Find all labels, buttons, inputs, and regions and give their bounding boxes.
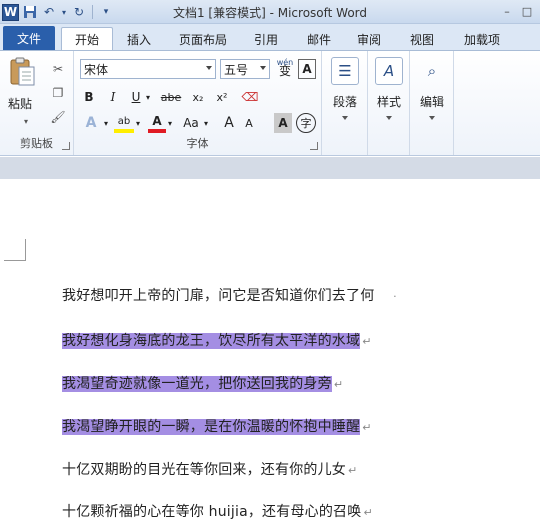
editing-dropdown-icon <box>429 116 435 120</box>
grow-font-button[interactable]: A <box>220 113 238 133</box>
editing-label: 编辑 <box>419 95 444 109</box>
font-launcher-icon[interactable] <box>310 142 318 150</box>
font-size-dropdown-icon[interactable] <box>260 66 266 70</box>
font-size-combo[interactable]: 五号 <box>220 59 270 79</box>
font-size-value: 五号 <box>224 62 249 77</box>
doc-line-2[interactable]: 我好想化身海底的龙王，饮尽所有太平洋的水域 ↵ <box>62 330 372 350</box>
document-area[interactable]: 我好想叩开上帝的门扉，问它是否知道你们去了何 · 我好想化身海底的龙王，饮尽所有… <box>0 157 540 521</box>
phonetic-guide-char: 变 <box>278 64 291 78</box>
doc-line-4[interactable]: 我渴望睁开眼的一瞬，是在你温暖的怀抱中睡醒 ↵ <box>62 416 372 436</box>
paragraph-button[interactable]: ☰ 段落 <box>325 57 365 120</box>
styles-dropdown-icon <box>386 116 392 120</box>
character-border-button[interactable]: A <box>298 59 316 79</box>
copy-icon[interactable]: ❐ <box>50 85 66 101</box>
font-color-button[interactable]: A <box>148 113 166 133</box>
paragraph-mark: ↵ <box>348 464 358 477</box>
shrink-font-button[interactable]: A <box>240 113 258 133</box>
doc-line-6[interactable]: 十亿颗祈福的心在等你 huijia，还有母心的召唤 ↵ <box>62 501 373 521</box>
paragraph-icon: ☰ <box>331 57 359 85</box>
ribbon-tab-row: 文件 开始 插入 页面布局 引用 邮件 审阅 视图 加载项 <box>0 24 540 51</box>
font-color-dropdown-icon[interactable]: ▾ <box>166 113 174 133</box>
change-case-button[interactable]: Aa <box>180 113 202 133</box>
strikethrough-button[interactable]: abe <box>158 87 184 107</box>
tab-references[interactable]: 引用 <box>246 27 286 51</box>
window-title: 文档1 [兼容模式] - Microsoft Word <box>172 6 368 20</box>
tab-home[interactable]: 开始 <box>61 27 113 51</box>
bold-button[interactable]: B <box>80 87 98 107</box>
cut-icon[interactable]: ✂ <box>50 61 66 77</box>
styles-group: A 样式 <box>368 51 410 155</box>
doc-line-1[interactable]: 我好想叩开上帝的门扉，问它是否知道你们去了何 · <box>62 285 397 305</box>
font-name-value: 宋体 <box>84 62 109 77</box>
font-group-label: 字体 <box>186 137 209 150</box>
document-top-band <box>0 157 540 179</box>
doc-line-3[interactable]: 我渴望奇迹就像一道光，把你送回我的身旁 ↵ <box>62 373 343 393</box>
character-shading-button[interactable]: A <box>274 113 292 133</box>
underline-button[interactable]: U <box>128 87 144 107</box>
tab-view[interactable]: 视图 <box>402 27 442 51</box>
paragraph-dropdown-icon <box>342 116 348 120</box>
highlight-color-button[interactable]: ab <box>114 113 134 133</box>
paste-dropdown-icon[interactable]: ▾ <box>18 113 34 129</box>
paragraph-mark: ↵ <box>333 378 344 391</box>
styles-icon: A <box>375 57 403 85</box>
font-group: 宋体 五号 wén 变 A B I U ▾ abe x₂ x² ⌫ A ▾ ab… <box>74 51 322 155</box>
clipboard-launcher-icon[interactable] <box>62 142 70 150</box>
doc-line-1-text: 我好想叩开上帝的门扉，问它是否知道你们去了何 <box>62 288 375 304</box>
doc-line-5-text: 十亿双期盼的目光在等你回来，还有你的儿女 <box>62 462 346 478</box>
clear-formatting-icon[interactable]: ⌫ <box>240 87 260 107</box>
phonetic-guide-button[interactable]: wén 变 <box>274 57 296 77</box>
editing-button[interactable]: ⌕ 编辑 <box>412 57 452 120</box>
highlight-dropdown-icon[interactable]: ▾ <box>134 113 142 133</box>
enclose-characters-button[interactable]: 字 <box>296 113 316 133</box>
ribbon: 粘贴 ▾ ✂ ❐ 🖌 剪贴板 宋体 五号 wén 变 A B I U ▾ abe… <box>0 50 540 156</box>
text-effects-dropdown-icon[interactable]: ▾ <box>102 113 110 133</box>
doc-line-6-text: 十亿颗祈福的心在等你 huijia，还有母心的召唤 <box>62 504 362 520</box>
tab-page-layout[interactable]: 页面布局 <box>170 27 236 51</box>
paste-button[interactable]: 粘贴 <box>8 95 32 112</box>
format-painter-icon[interactable]: 🖌 <box>50 109 66 125</box>
paragraph-mark: ↵ <box>362 421 372 434</box>
paragraph-mark: ↵ <box>362 335 372 348</box>
title-bar: W ↶ ▾ ↻ ▾ 文档1 [兼容模式] - Microsoft Word – … <box>0 0 540 24</box>
tab-file[interactable]: 文件 <box>3 26 55 50</box>
italic-button[interactable]: I <box>104 87 122 107</box>
doc-line-2-text: 我好想化身海底的龙王，饮尽所有太平洋的水域 <box>62 333 361 349</box>
window-controls: – □ <box>498 2 536 20</box>
styles-label: 样式 <box>376 95 401 109</box>
minimize-button[interactable]: – <box>498 2 516 20</box>
styles-button[interactable]: A 样式 <box>369 57 409 120</box>
editing-group: ⌕ 编辑 <box>410 51 454 155</box>
subscript-button[interactable]: x₂ <box>188 87 208 107</box>
paragraph-group: ☰ 段落 <box>322 51 368 155</box>
font-name-dropdown-icon[interactable] <box>206 66 212 70</box>
doc-line-5[interactable]: 十亿双期盼的目光在等你回来，还有你的儿女 ↵ <box>62 459 357 479</box>
binoculars-icon: ⌕ <box>427 62 437 80</box>
tab-insert[interactable]: 插入 <box>117 27 161 51</box>
paste-icon[interactable] <box>10 57 36 87</box>
maximize-button[interactable]: □ <box>518 2 536 20</box>
clipboard-group: 粘贴 ▾ ✂ ❐ 🖌 剪贴板 <box>0 51 74 155</box>
paragraph-mark: · <box>393 290 397 303</box>
tab-review[interactable]: 审阅 <box>349 27 389 51</box>
underline-dropdown-icon[interactable]: ▾ <box>144 87 152 107</box>
tab-mailings[interactable]: 邮件 <box>299 27 339 51</box>
paragraph-label: 段落 <box>332 95 357 109</box>
doc-line-3-text: 我渴望奇迹就像一道光，把你送回我的身旁 <box>62 376 332 392</box>
doc-line-4-text: 我渴望睁开眼的一瞬，是在你温暖的怀抱中睡醒 <box>62 419 361 435</box>
paragraph-mark: ↵ <box>363 506 373 519</box>
margin-corner-mark <box>4 239 26 261</box>
superscript-button[interactable]: x² <box>212 87 232 107</box>
change-case-dropdown-icon[interactable]: ▾ <box>202 113 210 133</box>
font-name-combo[interactable]: 宋体 <box>80 59 216 79</box>
tab-addins[interactable]: 加载项 <box>454 27 510 51</box>
text-effects-button[interactable]: A <box>80 113 102 133</box>
